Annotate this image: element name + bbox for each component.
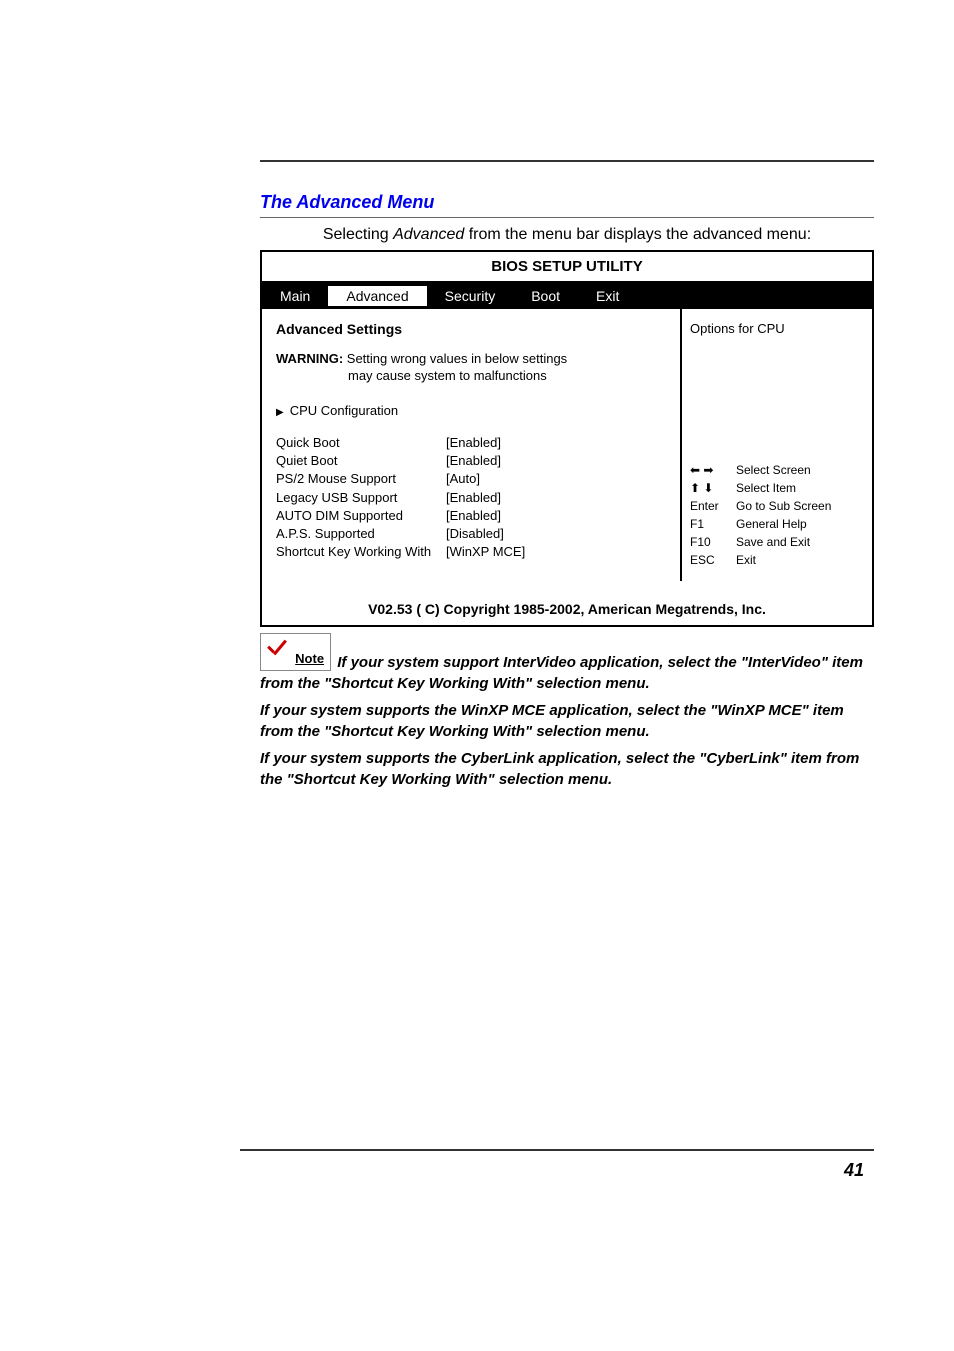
page-number: 41	[844, 1160, 864, 1181]
note-icon-wrapper: Note	[260, 633, 331, 671]
options-text: Options for CPU	[690, 321, 864, 336]
setting-row: Quiet Boot [Enabled]	[276, 452, 666, 470]
setting-row: Legacy USB Support [Enabled]	[276, 489, 666, 507]
key-desc: Exit	[736, 551, 756, 569]
setting-value: [Enabled]	[446, 434, 501, 452]
key-help-row: ⬆ ⬇ Select Item	[690, 479, 864, 497]
bios-menu-main: Main	[262, 286, 328, 306]
key-desc: Go to Sub Screen	[736, 497, 831, 515]
section-title: The Advanced Menu	[260, 192, 874, 218]
settings-list: Quick Boot [Enabled] Quiet Boot [Enabled…	[276, 434, 666, 561]
setting-label: Quick Boot	[276, 434, 446, 452]
warning-label: WARNING:	[276, 351, 343, 366]
warning-sub: may cause system to malfunctions	[276, 368, 666, 383]
setting-value: [Enabled]	[446, 489, 501, 507]
submenu-cpu-config: CPU Configuration	[276, 403, 666, 418]
bios-menu-security: Security	[427, 286, 514, 306]
setting-row: A.P.S. Supported [Disabled]	[276, 525, 666, 543]
footer-rule	[240, 1149, 874, 1151]
setting-row: Quick Boot [Enabled]	[276, 434, 666, 452]
bios-screenshot: BIOS SETUP UTILITY Main Advanced Securit…	[260, 250, 874, 627]
intro-prefix: Selecting	[323, 226, 393, 243]
setting-label: Shortcut Key Working With	[276, 543, 446, 561]
setting-label: Legacy USB Support	[276, 489, 446, 507]
setting-value: [WinXP MCE]	[446, 543, 525, 561]
bios-left-panel: Advanced Settings WARNING: Setting wrong…	[262, 309, 682, 581]
bios-menu-advanced: Advanced	[328, 286, 426, 306]
bios-content: Advanced Settings WARNING: Setting wrong…	[262, 309, 872, 581]
warning-line: WARNING: Setting wrong values in below s…	[276, 351, 666, 366]
intro-em: Advanced	[393, 226, 464, 243]
note-para-3: If your system supports the CyberLink ap…	[260, 748, 874, 790]
setting-label: AUTO DIM Supported	[276, 507, 446, 525]
key-key: F10	[690, 533, 736, 551]
bios-title: BIOS SETUP UTILITY	[262, 252, 872, 283]
setting-value: [Enabled]	[446, 507, 501, 525]
key-desc: Save and Exit	[736, 533, 810, 551]
key-help-row: F1 General Help	[690, 515, 864, 533]
note-text-1: If your system support InterVideo applic…	[260, 654, 863, 692]
key-help-row: ESC Exit	[690, 551, 864, 569]
setting-value: [Disabled]	[446, 525, 504, 543]
checkmark-icon	[265, 638, 291, 662]
key-help-row: F10 Save and Exit	[690, 533, 864, 551]
bios-menu-boot: Boot	[513, 286, 578, 306]
note-label: Note	[295, 651, 324, 666]
bios-right-panel: Options for CPU ⬅ ➡ Select Screen ⬆ ⬇ Se…	[682, 309, 872, 581]
advanced-settings-title: Advanced Settings	[276, 321, 666, 337]
note-para-2: If your system supports the WinXP MCE ap…	[260, 700, 874, 742]
key-help-row: ⬅ ➡ Select Screen	[690, 461, 864, 479]
key-help: ⬅ ➡ Select Screen ⬆ ⬇ Select Item Enter …	[690, 461, 864, 569]
setting-value: [Enabled]	[446, 452, 501, 470]
bios-footer: V02.53 ( C) Copyright 1985-2002, America…	[262, 581, 872, 625]
setting-row: Shortcut Key Working With [WinXP MCE]	[276, 543, 666, 561]
setting-label: Quiet Boot	[276, 452, 446, 470]
setting-label: A.P.S. Supported	[276, 525, 446, 543]
setting-row: PS/2 Mouse Support [Auto]	[276, 470, 666, 488]
key-desc: Select Item	[736, 479, 796, 497]
key-key: Enter	[690, 497, 736, 515]
key-desc: Select Screen	[736, 461, 811, 479]
note-block: Note If your system support InterVideo a…	[260, 633, 874, 790]
header-rule	[260, 160, 874, 162]
key-desc: General Help	[736, 515, 807, 533]
key-key: ESC	[690, 551, 736, 569]
note-para-1: Note If your system support InterVideo a…	[260, 633, 874, 694]
setting-value: [Auto]	[446, 470, 480, 488]
key-key: F1	[690, 515, 736, 533]
setting-label: PS/2 Mouse Support	[276, 470, 446, 488]
bios-menu-bar: Main Advanced Security Boot Exit	[262, 283, 872, 309]
warning-text: Setting wrong values in below settings	[343, 351, 567, 366]
intro-text: Selecting Advanced from the menu bar dis…	[260, 226, 874, 244]
bios-menu-exit: Exit	[578, 286, 637, 306]
key-key: ⬅ ➡	[690, 461, 736, 479]
key-key: ⬆ ⬇	[690, 479, 736, 497]
setting-row: AUTO DIM Supported [Enabled]	[276, 507, 666, 525]
intro-suffix: from the menu bar displays the advanced …	[464, 226, 811, 243]
key-help-row: Enter Go to Sub Screen	[690, 497, 864, 515]
